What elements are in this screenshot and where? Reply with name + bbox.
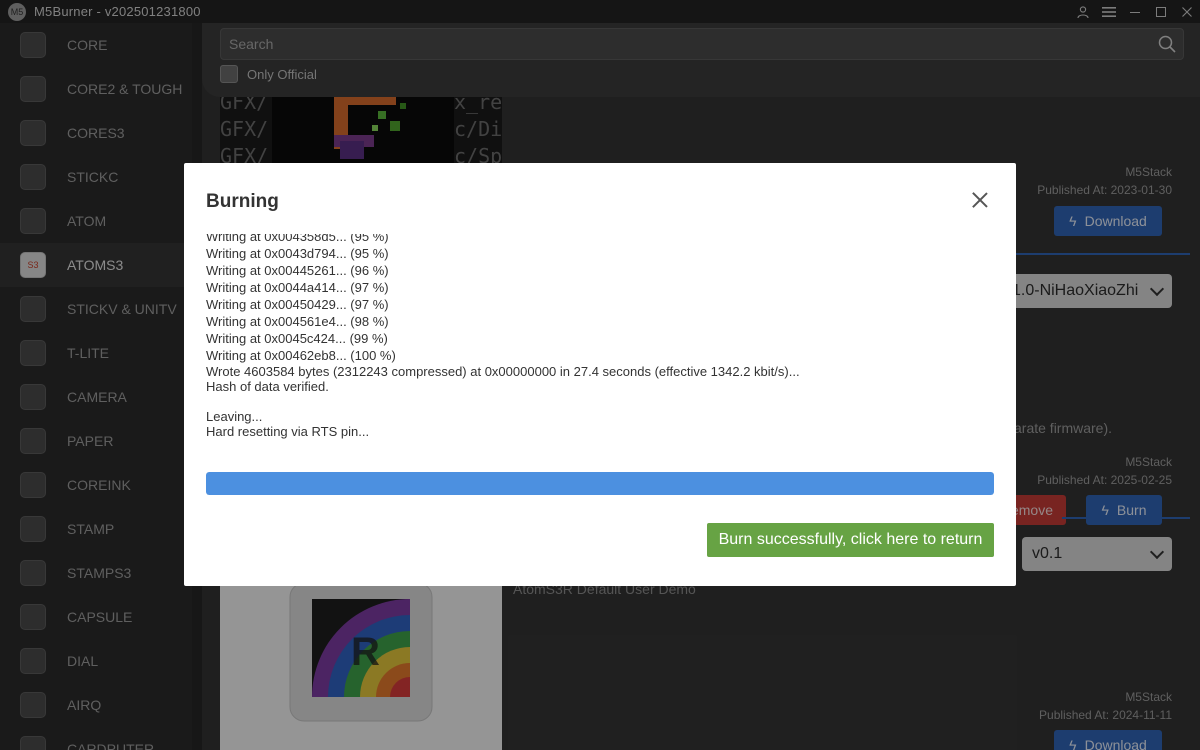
- burn-log[interactable]: Writing at 0x004358d5... (95 %) Writing …: [206, 234, 996, 448]
- log-blank-line: [206, 394, 996, 409]
- progress-fill: [206, 472, 994, 495]
- return-button[interactable]: Burn successfully, click here to return: [707, 523, 994, 557]
- log-line: Leaving...: [206, 409, 263, 424]
- burn-progress-bar: [206, 472, 994, 495]
- log-line: Writing at 0x004561e4... (98 %): [206, 314, 389, 329]
- log-line: Writing at 0x00445261... (96 %): [206, 263, 389, 278]
- log-line: Writing at 0x004358d5... (95 %): [206, 234, 389, 244]
- log-line: Hard resetting via RTS pin...: [206, 424, 370, 439]
- log-line: Writing at 0x00450429... (97 %): [206, 297, 389, 312]
- app-window: M5 M5Burner - v202501231800 CORE CORE2 &…: [0, 0, 1200, 750]
- dialog-title: Burning: [206, 191, 279, 212]
- log-line: Writing at 0x0044a414... (97 %): [206, 280, 389, 295]
- close-icon[interactable]: [972, 192, 988, 208]
- log-line: Writing at 0x0043d794... (95 %): [206, 246, 389, 261]
- log-line: Writing at 0x00462eb8... (100 %): [206, 348, 396, 363]
- burning-dialog: Burning Writing at 0x004358d5... (95 %) …: [184, 163, 1016, 586]
- log-line: Wrote 4603584 bytes (2312243 compressed)…: [206, 364, 800, 379]
- log-line: Writing at 0x0045c424... (99 %): [206, 331, 388, 346]
- log-line: Hash of data verified.: [206, 379, 329, 394]
